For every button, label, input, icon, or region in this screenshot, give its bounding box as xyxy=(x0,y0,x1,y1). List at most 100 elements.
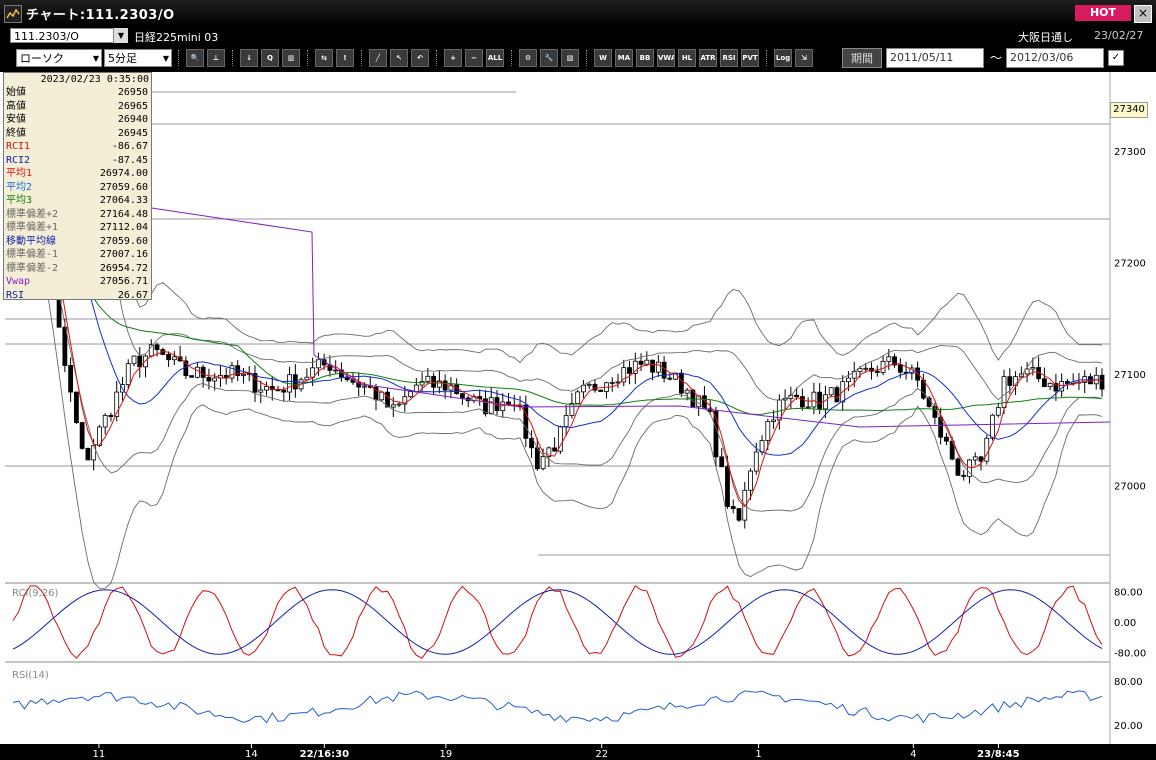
export-icon[interactable]: ⇲ xyxy=(795,49,813,67)
candle-body xyxy=(488,397,494,415)
bar-chart-icon[interactable]: ▥ xyxy=(282,49,300,67)
avg1-line xyxy=(12,147,1103,508)
log-icon[interactable]: Log xyxy=(774,49,792,67)
candle-body xyxy=(817,391,823,410)
settings-icon[interactable]: ⚙ xyxy=(519,49,537,67)
info-label: 標準偏差+1 xyxy=(6,222,59,233)
candle-body xyxy=(540,456,546,470)
toolbar-separator xyxy=(511,50,514,66)
info-row: 標準偏差+2 27164.48 xyxy=(5,208,149,221)
timeframe-select[interactable]: 5分足 ▼ xyxy=(104,49,172,67)
candle-body xyxy=(886,356,892,362)
bb-icon[interactable]: BB xyxy=(636,49,654,67)
ma-icon[interactable]: MA xyxy=(615,49,633,67)
candle-body xyxy=(390,404,396,408)
candle-body xyxy=(984,437,990,462)
candle-body xyxy=(609,382,615,384)
bb-lower2-line xyxy=(12,169,1103,589)
candle-body xyxy=(753,451,759,472)
candle-body xyxy=(189,375,195,378)
candle-body xyxy=(108,414,114,417)
candle-body xyxy=(719,456,725,468)
compare-icon[interactable]: ⇆ xyxy=(315,49,333,67)
candle-body xyxy=(442,380,448,391)
candle-body xyxy=(534,447,540,470)
info-label: RCI2 xyxy=(6,154,31,166)
zoom-out-icon[interactable]: − xyxy=(465,49,483,67)
pointer-icon[interactable]: ↖ xyxy=(390,49,408,67)
candle-body xyxy=(955,458,961,476)
indicator-icon[interactable]: W xyxy=(594,49,612,67)
candle-body xyxy=(730,506,736,509)
info-label: 平均3 xyxy=(6,195,33,206)
undo-icon[interactable]: ↶ xyxy=(411,49,429,67)
pvt-icon[interactable]: PVT xyxy=(741,49,759,67)
price-tick-label: 27300 xyxy=(1114,147,1146,158)
price-tick-label: 27100 xyxy=(1114,370,1146,381)
info-label: 標準偏差-1 xyxy=(6,249,59,260)
rci-tick-label: 0.00 xyxy=(1114,618,1136,629)
info-value: 26950 xyxy=(117,87,148,98)
candle-body xyxy=(206,376,212,382)
search-chart-icon[interactable]: Q xyxy=(261,49,279,67)
chart-type-select[interactable]: ローソク ▼ xyxy=(16,49,102,67)
alert-icon[interactable]: ! xyxy=(336,49,354,67)
price-tick-label: 27200 xyxy=(1114,259,1146,270)
candle-body xyxy=(678,372,684,394)
candle-body xyxy=(655,361,661,373)
rsi-icon[interactable]: RSI xyxy=(720,49,738,67)
candle-body xyxy=(258,389,264,393)
info-label: 安値 xyxy=(6,114,26,125)
period-button[interactable]: 期間 xyxy=(842,48,882,68)
candle-body xyxy=(125,363,131,386)
candle-body xyxy=(771,419,776,422)
candle-body xyxy=(79,422,85,449)
candle-body xyxy=(961,474,967,477)
vwap-icon[interactable]: VWAP xyxy=(657,49,675,67)
wrench-icon[interactable]: 🔧 xyxy=(540,49,558,67)
candle-body xyxy=(241,373,246,376)
cursor-tool-icon[interactable]: ⊥ xyxy=(207,49,225,67)
draw-line-icon[interactable]: ╱ xyxy=(369,49,387,67)
price-tick-label: 27000 xyxy=(1114,482,1146,493)
candle-body xyxy=(73,391,79,423)
info-label: Vwap xyxy=(6,276,31,287)
rsi-tick-label: 20.00 xyxy=(1114,721,1143,732)
candle-body xyxy=(650,359,655,373)
candle-body xyxy=(85,448,91,461)
candle-body xyxy=(846,377,851,383)
candle-body xyxy=(408,391,413,398)
date-to-input[interactable]: 2012/03/06 xyxy=(1006,48,1104,68)
candle-body xyxy=(563,415,569,427)
timeframe-value: 5分足 xyxy=(108,52,137,65)
candle-body xyxy=(281,390,287,393)
candle-body xyxy=(137,355,143,368)
atr-icon[interactable]: ATR xyxy=(699,49,717,67)
candle-body xyxy=(1099,374,1105,390)
candle-body xyxy=(638,360,644,365)
candle-body xyxy=(315,359,321,369)
date-from-input[interactable]: 2011/05/11 xyxy=(886,48,984,68)
candle-body xyxy=(102,414,108,428)
info-label: 高値 xyxy=(6,100,26,112)
candle-body xyxy=(586,383,592,386)
chevron-down-icon[interactable]: ▼ xyxy=(113,28,128,43)
close-button[interactable]: × xyxy=(1134,5,1152,23)
symbol-input[interactable]: 111.2303/O xyxy=(10,28,126,43)
info-label: RCI1 xyxy=(6,141,31,152)
download-icon[interactable]: ↓ xyxy=(240,49,258,67)
color-icon[interactable]: ▧ xyxy=(561,49,579,67)
candle-body xyxy=(425,375,431,382)
candle-body xyxy=(627,367,632,374)
candle-body xyxy=(765,421,771,441)
app-chart-icon xyxy=(4,5,22,23)
toolbar-separator xyxy=(361,50,364,66)
zoom-in-icon[interactable]: + xyxy=(444,49,462,67)
checkmark-icon[interactable]: ✓ xyxy=(1108,50,1124,66)
chart-canvas[interactable]: 27300 27200 27100 27000 80.00 0.00 -80.00 RCI(9… xyxy=(0,72,1156,760)
hl-icon[interactable]: HL xyxy=(678,49,696,67)
hot-button[interactable]: HOT xyxy=(1075,5,1131,21)
all-icon[interactable]: ALL xyxy=(486,49,504,67)
info-label: 移動平均線 xyxy=(6,235,56,247)
zoom-icon[interactable]: 🔍 xyxy=(186,49,204,67)
